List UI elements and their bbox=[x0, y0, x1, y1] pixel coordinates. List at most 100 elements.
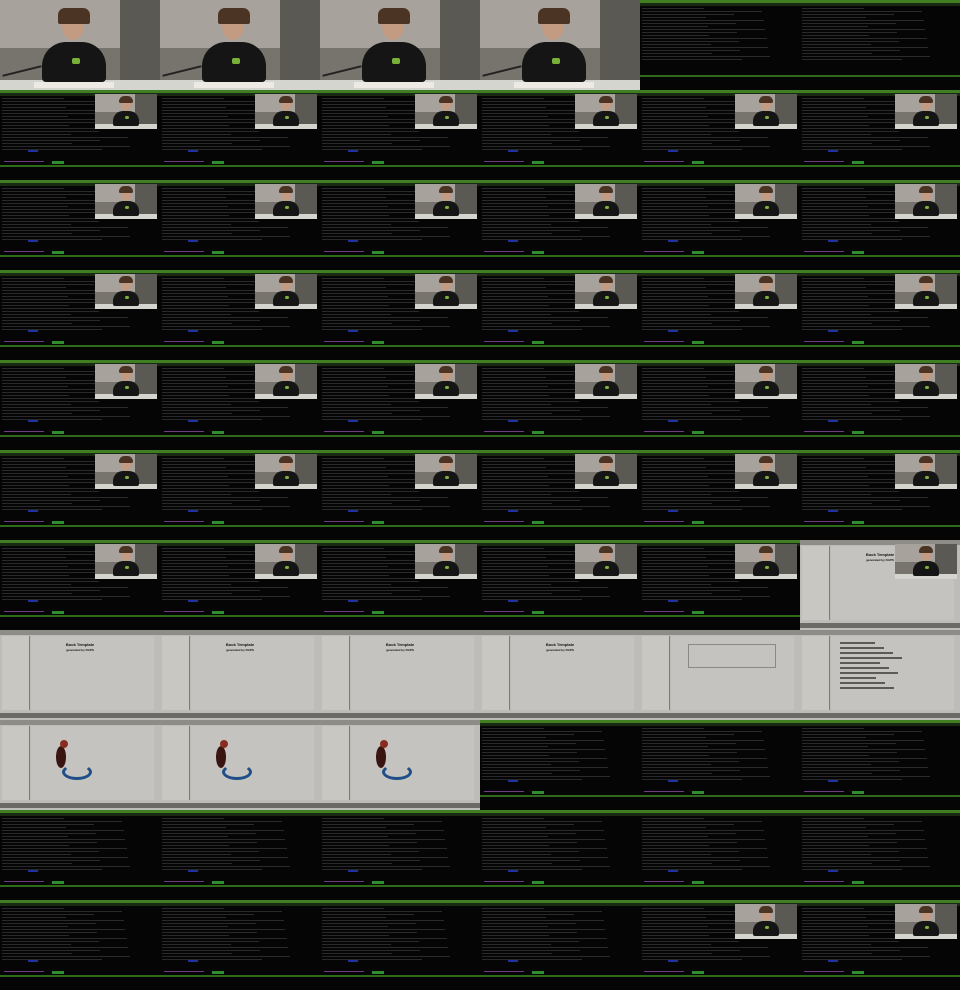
terminal-link bbox=[188, 510, 198, 512]
terminal-prompt bbox=[644, 971, 684, 972]
terminal-tabbar bbox=[320, 813, 480, 816]
terminal-prompt bbox=[164, 521, 204, 522]
terminal-prompt bbox=[164, 611, 204, 612]
video-frame bbox=[800, 900, 960, 990]
terminal-prompt bbox=[324, 161, 364, 162]
pdf-book-subtitle: generated by DAPS bbox=[226, 648, 254, 652]
video-frame: Book Template generated by DAPS bbox=[320, 630, 480, 720]
pdf-menubar bbox=[640, 630, 800, 635]
terminal-tabbar bbox=[320, 903, 480, 906]
pdf-book-title: Book Template bbox=[65, 642, 95, 647]
terminal-statusbar-bottom bbox=[640, 435, 800, 437]
pdf-sidebar bbox=[322, 726, 350, 800]
terminal-prompt bbox=[4, 521, 44, 522]
speaker-video bbox=[95, 364, 157, 399]
terminal-cursor bbox=[372, 431, 384, 434]
terminal-text bbox=[482, 728, 638, 796]
video-frame bbox=[480, 90, 640, 180]
terminal-prompt bbox=[804, 881, 844, 882]
video-frame bbox=[640, 630, 800, 720]
terminal-text bbox=[322, 818, 478, 886]
video-frame bbox=[320, 450, 480, 540]
terminal-link bbox=[508, 510, 518, 512]
terminal-prompt bbox=[644, 881, 684, 882]
terminal-link bbox=[668, 150, 678, 152]
video-frame bbox=[0, 720, 160, 810]
terminal-statusbar-bottom bbox=[480, 525, 640, 527]
pdf-statusbar bbox=[320, 713, 480, 718]
speaker-video bbox=[415, 544, 477, 579]
video-frame bbox=[160, 810, 320, 900]
terminal-statusbar-bottom bbox=[480, 165, 640, 167]
video-frame bbox=[160, 360, 320, 450]
video-frame bbox=[320, 810, 480, 900]
terminal-prompt bbox=[4, 881, 44, 882]
terminal-prompt bbox=[324, 341, 364, 342]
video-frame bbox=[160, 180, 320, 270]
speaker-video bbox=[320, 0, 480, 90]
terminal-cursor bbox=[532, 881, 544, 884]
pdf-menubar bbox=[800, 630, 960, 635]
terminal-link bbox=[668, 780, 678, 782]
video-frame bbox=[640, 450, 800, 540]
pdf-book-subtitle: generated by DAPS bbox=[546, 648, 574, 652]
terminal-link bbox=[508, 150, 518, 152]
terminal-prompt bbox=[484, 521, 524, 522]
speaker-video bbox=[255, 274, 317, 309]
video-frame bbox=[800, 720, 960, 810]
video-frame bbox=[0, 0, 160, 90]
video-frame bbox=[800, 180, 960, 270]
terminal-prompt bbox=[484, 251, 524, 252]
speaker-video bbox=[895, 544, 957, 579]
terminal-link bbox=[668, 600, 678, 602]
terminal-statusbar-bottom bbox=[800, 255, 960, 257]
terminal-text bbox=[802, 728, 958, 796]
terminal-prompt bbox=[4, 341, 44, 342]
pdf-menubar bbox=[0, 720, 160, 725]
pdf-book-subtitle: generated by DAPS bbox=[66, 648, 94, 652]
terminal-tabbar bbox=[0, 813, 160, 816]
terminal-cursor bbox=[52, 431, 64, 434]
terminal-link bbox=[508, 240, 518, 242]
terminal-cursor bbox=[692, 161, 704, 164]
terminal-link bbox=[28, 150, 38, 152]
terminal-cursor bbox=[52, 971, 64, 974]
video-frame bbox=[640, 810, 800, 900]
terminal-statusbar-bottom bbox=[480, 975, 640, 977]
terminal-statusbar-bottom bbox=[800, 75, 960, 77]
speaker-video bbox=[575, 454, 637, 489]
terminal-statusbar-bottom bbox=[800, 165, 960, 167]
terminal-link bbox=[828, 510, 838, 512]
terminal-tabbar bbox=[640, 813, 800, 816]
terminal-statusbar-bottom bbox=[480, 615, 640, 617]
terminal-cursor bbox=[852, 341, 864, 344]
video-frame bbox=[0, 90, 160, 180]
video-frame bbox=[640, 180, 800, 270]
video-frame bbox=[160, 540, 320, 630]
pdf-statusbar bbox=[160, 803, 320, 808]
microphone bbox=[2, 65, 42, 77]
terminal-cursor bbox=[372, 161, 384, 164]
terminal-tabbar bbox=[160, 903, 320, 906]
terminal-cursor bbox=[372, 251, 384, 254]
speaker-video bbox=[735, 184, 797, 219]
terminal-statusbar-bottom bbox=[480, 345, 640, 347]
terminal-cursor bbox=[212, 521, 224, 524]
terminal-cursor bbox=[372, 611, 384, 614]
terminal-statusbar-bottom bbox=[800, 525, 960, 527]
terminal-tabbar bbox=[800, 813, 960, 816]
terminal-prompt bbox=[324, 251, 364, 252]
terminal-prompt bbox=[324, 611, 364, 612]
terminal-statusbar-bottom bbox=[320, 255, 480, 257]
terminal-prompt bbox=[804, 971, 844, 972]
pdf-statusbar bbox=[0, 803, 160, 808]
terminal-text bbox=[2, 908, 158, 976]
terminal-link bbox=[828, 150, 838, 152]
pdf-logo-illustration bbox=[42, 740, 92, 780]
terminal-prompt bbox=[484, 611, 524, 612]
terminal-link bbox=[828, 330, 838, 332]
terminal-statusbar-bottom bbox=[0, 435, 160, 437]
video-frame: Book Template generated by DAPS bbox=[800, 540, 960, 630]
terminal-prompt bbox=[484, 791, 524, 792]
terminal-prompt bbox=[804, 251, 844, 252]
